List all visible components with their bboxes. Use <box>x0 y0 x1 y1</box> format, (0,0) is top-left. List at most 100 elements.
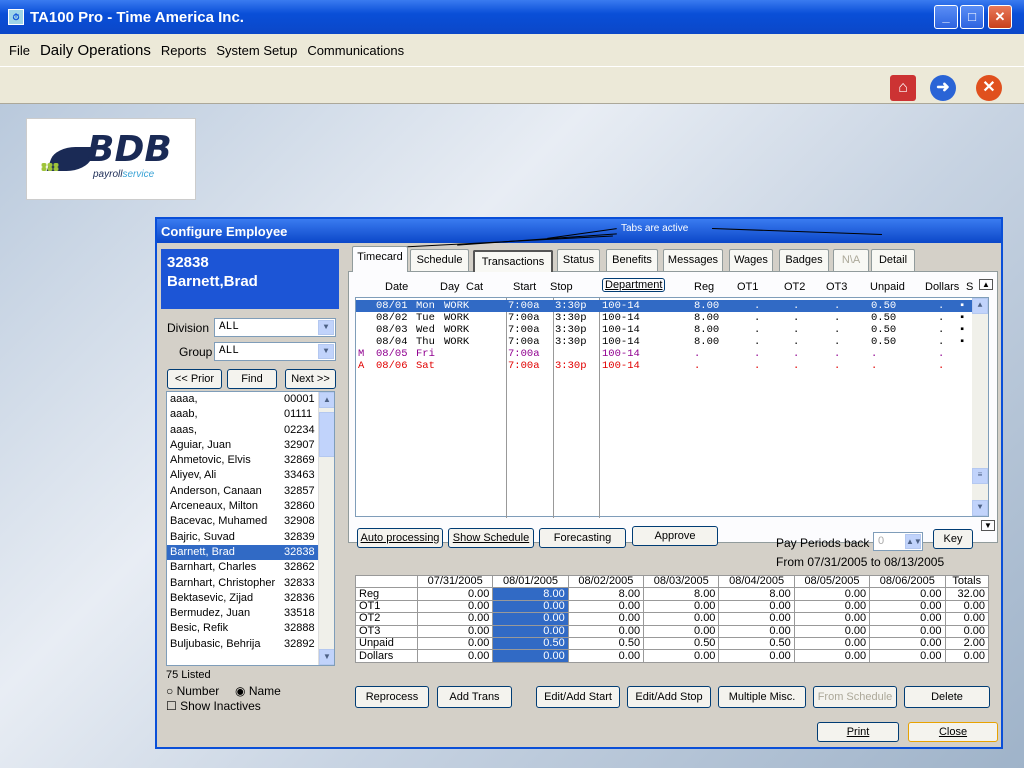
next-button[interactable]: Next >> <box>285 369 336 389</box>
division-select[interactable]: ALL ▼ <box>214 318 336 337</box>
group-select[interactable]: ALL ▼ <box>214 342 336 361</box>
employee-list-item[interactable]: Besic, Refik 32888 <box>167 621 334 636</box>
menu-reports[interactable]: Reports <box>156 43 212 58</box>
column-chooser-button[interactable]: ▲ <box>979 279 993 290</box>
show-inactives-checkbox[interactable]: ☐ Show Inactives <box>166 699 261 713</box>
forward-arrow-icon[interactable]: ➜ <box>930 75 956 101</box>
tab-timecard[interactable]: Timecard <box>352 246 408 272</box>
delete-button[interactable]: Delete <box>904 686 990 708</box>
timecard-row[interactable]: 08/02 Tue WORK 7:00a 3:30p 100-14 8.00... 0.50.… <box>356 312 973 324</box>
show-schedule-button[interactable]: Show Schedule <box>448 528 534 548</box>
tab-transactions[interactable]: Transactions <box>473 250 553 272</box>
scroll-down-icon[interactable]: ▼ <box>972 500 988 516</box>
close-window-button[interactable]: ✕ <box>988 5 1012 29</box>
employee-list-number: 32857 <box>284 484 315 497</box>
print-button[interactable]: Print <box>817 722 899 742</box>
tab-detail[interactable]: Detail <box>871 249 915 271</box>
approve-button[interactable]: Approve <box>632 526 718 546</box>
employee-list-item[interactable]: Buljubasic, Behrija 32892 <box>167 637 334 652</box>
totals-cell: 0.50 <box>492 636 569 651</box>
scroll-up-icon[interactable]: ▲ <box>972 298 988 314</box>
chevron-down-icon[interactable]: ▼ <box>318 320 334 335</box>
add-trans-button[interactable]: Add Trans <box>437 686 512 708</box>
minimize-button[interactable]: _ <box>934 5 958 29</box>
col-cat: Cat <box>466 281 484 293</box>
cell-start: 7:00a <box>508 324 540 336</box>
col-ot2: OT2 <box>784 281 806 293</box>
tab-messages[interactable]: Messages <box>663 249 723 271</box>
employee-list-item[interactable]: Barnett, Brad 32838 <box>167 544 334 561</box>
prior-button[interactable]: << Prior <box>167 369 222 389</box>
scroll-down-icon[interactable]: ▼ <box>319 649 334 665</box>
scroll-thumb[interactable]: ≡ <box>972 468 988 484</box>
menu-daily-operations[interactable]: Daily Operations <box>35 42 156 59</box>
chevron-down-icon[interactable]: ▼ <box>318 344 334 359</box>
timecard-row[interactable]: 08/01 Mon WORK 7:00a 3:30p 100-14 8.00... 0.50.… <box>356 300 973 312</box>
employee-list-item[interactable]: Bajric, Suvad 32839 <box>167 530 334 545</box>
pay-periods-spinner[interactable]: 0 ▲▼ <box>873 532 923 551</box>
timecard-row[interactable]: M 08/05 Fri 7:00a 100-14...... <box>356 348 973 360</box>
timecard-row[interactable]: A 08/06 Sat 7:00a 3:30p 100-14...... <box>356 360 973 372</box>
employee-list-item[interactable]: Anderson, Canaan 32857 <box>167 484 334 499</box>
menu-system-setup[interactable]: System Setup <box>211 43 302 58</box>
maximize-button[interactable]: □ <box>960 5 984 29</box>
employee-list-item[interactable]: Aguiar, Juan 32907 <box>167 438 334 453</box>
timecard-row[interactable]: 08/04 Thu WORK 7:00a 3:30p 100-14 8.00... 0.50.… <box>356 336 973 348</box>
totals-cell: 0.00 <box>643 624 720 638</box>
auto-processing-button[interactable]: Auto processing <box>357 528 443 548</box>
tab-status[interactable]: Status <box>557 249 600 271</box>
scroll-thumb[interactable] <box>319 412 334 457</box>
tab-schedule[interactable]: Schedule <box>410 249 469 271</box>
employee-list-item[interactable]: Barnhart, Christopher 32833 <box>167 576 334 591</box>
employee-list-item[interactable]: Bacevac, Muhamed 32908 <box>167 514 334 529</box>
edit-add-start-button[interactable]: Edit/Add Start <box>536 686 620 708</box>
employee-list-item[interactable]: Aliyev, Ali 33463 <box>167 468 334 483</box>
toolbar: ⌂ ➜ ✕ <box>0 66 1024 104</box>
sort-number-radio[interactable]: ○ Number <box>166 684 219 698</box>
forecasting-button[interactable]: Forecasting <box>539 528 626 548</box>
employee-list-item[interactable]: aaaa, 00001 <box>167 392 334 407</box>
employee-list[interactable]: aaaa, 00001 aaab, 01111 aaas, 02234 Aguiar, Ju… <box>166 391 335 666</box>
tab-badges[interactable]: Badges <box>779 249 829 271</box>
employee-list-item[interactable]: Bektasevic, Zijad 32836 <box>167 591 334 606</box>
totals-cell: 0.00 <box>718 612 795 626</box>
cell-ot1: . <box>754 324 761 336</box>
grid-scrollbar[interactable]: ▲ ≡ ▼ <box>972 298 988 516</box>
edit-add-stop-button[interactable]: Edit/Add Stop <box>627 686 711 708</box>
expand-icon[interactable]: ▼ <box>981 520 995 531</box>
cell-reg: 8.00 <box>694 312 720 324</box>
employee-list-item[interactable]: Bermudez, Juan 33518 <box>167 606 334 621</box>
menu-file[interactable]: File <box>4 43 35 58</box>
employee-header: 32838 Barnett,Brad <box>161 249 339 309</box>
cell-dollars: . <box>938 360 945 372</box>
cell-ot1: . <box>754 312 761 324</box>
tab-benefits[interactable]: Benefits <box>606 249 658 271</box>
multiple-misc-button[interactable]: Multiple Misc. <box>718 686 806 708</box>
reprocess-button[interactable]: Reprocess <box>355 686 429 708</box>
spinner-arrows-icon[interactable]: ▲▼ <box>905 534 922 549</box>
employee-list-item[interactable]: aaas, 02234 <box>167 423 334 438</box>
menu-communications[interactable]: Communications <box>302 43 409 58</box>
close-button[interactable]: Close <box>908 722 998 742</box>
col-department-button[interactable]: Department <box>602 278 666 292</box>
totals-cell: 8.00 <box>492 587 569 601</box>
key-button[interactable]: Key <box>933 529 973 549</box>
cell-flag: A <box>358 360 365 372</box>
home-icon[interactable]: ⌂ <box>890 75 916 101</box>
dialog-title: Configure Employee <box>157 219 1001 243</box>
employee-list-item[interactable]: Ahmetovic, Elvis 32869 <box>167 453 334 468</box>
close-icon[interactable]: ✕ <box>976 75 1002 101</box>
employee-list-item[interactable]: aaab, 01111 <box>167 407 334 422</box>
scroll-up-icon[interactable]: ▲ <box>319 392 334 408</box>
employee-list-item[interactable]: Arceneaux, Milton 32860 <box>167 499 334 514</box>
col-unpaid: Unpaid <box>870 281 905 293</box>
employee-list-scrollbar[interactable]: ▲ ▼ <box>318 392 334 665</box>
employee-list-item[interactable]: Barnhart, Charles 32862 <box>167 560 334 575</box>
timecard-grid[interactable]: 08/01 Mon WORK 7:00a 3:30p 100-14 8.00... 0.50.… <box>355 297 989 518</box>
totals-row-label: Unpaid <box>355 636 418 651</box>
find-button[interactable]: Find <box>227 369 277 389</box>
sort-name-radio[interactable]: ◉ Name <box>235 684 281 698</box>
totals-row-label: OT3 <box>355 624 418 638</box>
timecard-row[interactable]: 08/03 Wed WORK 7:00a 3:30p 100-14 8.00... 0.50.… <box>356 324 973 336</box>
tab-wages[interactable]: Wages <box>729 249 773 271</box>
